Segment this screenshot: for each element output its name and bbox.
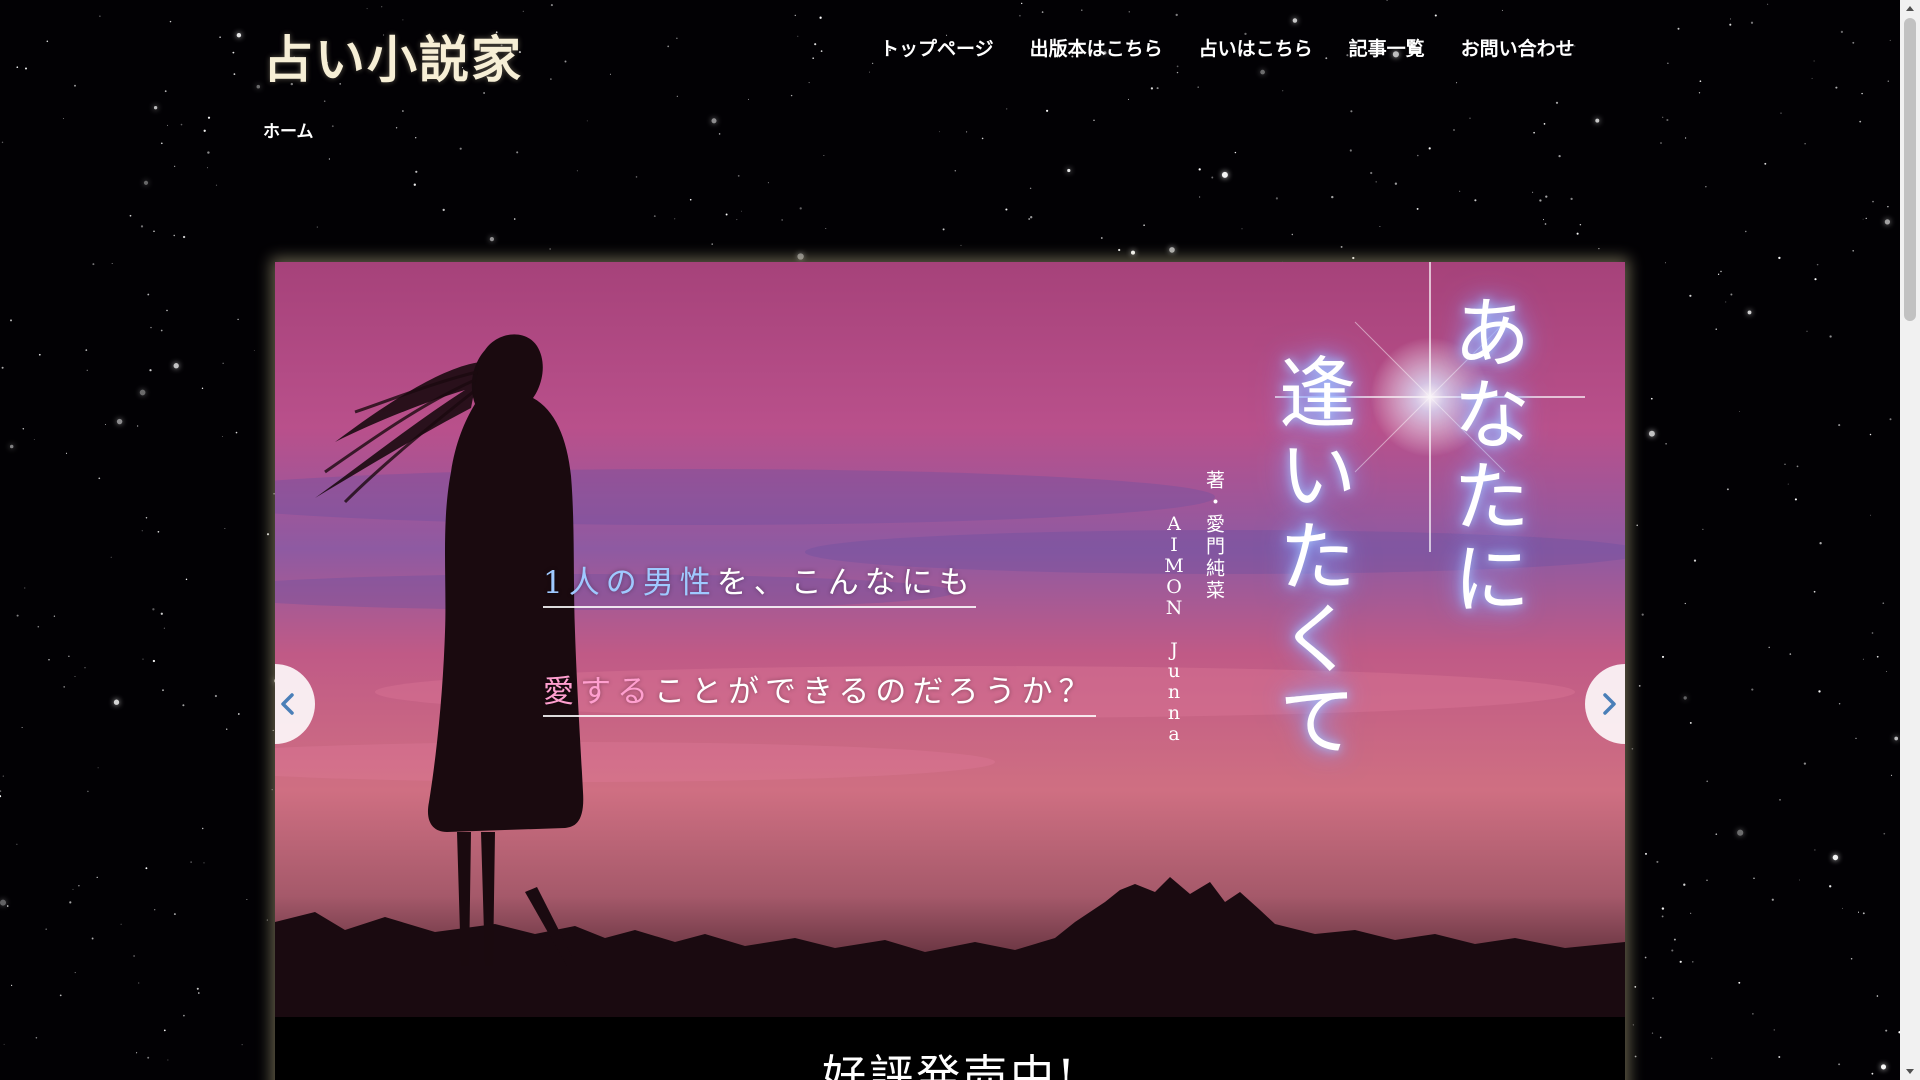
catch-line-2-rest: ことができるのだろうか？: [654, 674, 1096, 710]
book-cover-slide: [275, 262, 1625, 1017]
scrollbar-thumb[interactable]: [1904, 18, 1916, 321]
site-logo[interactable]: 占い小説家: [263, 20, 523, 92]
page: 占い小説家 トップページ 出版本はこちら 占いはこちら 記事一覧 お問い合わせ …: [0, 0, 1920, 1080]
author-name-english: AIMON Junna: [1164, 513, 1184, 745]
nav-item-books[interactable]: 出版本はこちら: [1030, 34, 1163, 61]
book-title-line-1: あなたに: [1439, 292, 1530, 620]
slide-caption: 好評発売中!: [822, 1051, 1078, 1080]
global-nav: トップページ 出版本はこちら 占いはこちら 記事一覧 お問い合わせ: [880, 34, 1575, 61]
breadcrumb-home[interactable]: ホーム: [263, 117, 314, 142]
catch-line-2: 愛することができるのだろうか？: [543, 666, 1096, 717]
nav-item-contact[interactable]: お問い合わせ: [1461, 34, 1575, 61]
chevron-right-icon: [1603, 693, 1616, 715]
hero-slider: 1人の男性を、こんなにも 愛することができるのだろうか？ あなたに 逢いたくて …: [275, 262, 1625, 1080]
chevron-left-icon: [281, 693, 294, 715]
scroll-up-arrow-icon[interactable]: [1900, 0, 1920, 17]
nav-item-articles[interactable]: 記事一覧: [1349, 34, 1425, 61]
catch-line-1-highlight: 1人の男性: [543, 565, 717, 601]
author-name-japanese: 著・愛門純菜: [1203, 470, 1225, 602]
catch-line-1: 1人の男性を、こんなにも: [543, 557, 976, 608]
page-scrollbar[interactable]: [1900, 0, 1920, 1080]
scroll-down-arrow-icon[interactable]: [1900, 1063, 1920, 1080]
nav-item-fortune[interactable]: 占いはこちら: [1199, 34, 1313, 61]
catch-line-1-rest: を、こんなにも: [716, 565, 976, 601]
catch-line-2-highlight: 愛する: [543, 674, 654, 710]
book-title-line-2: 逢いたくて: [1265, 352, 1356, 762]
nav-item-top[interactable]: トップページ: [880, 34, 994, 61]
